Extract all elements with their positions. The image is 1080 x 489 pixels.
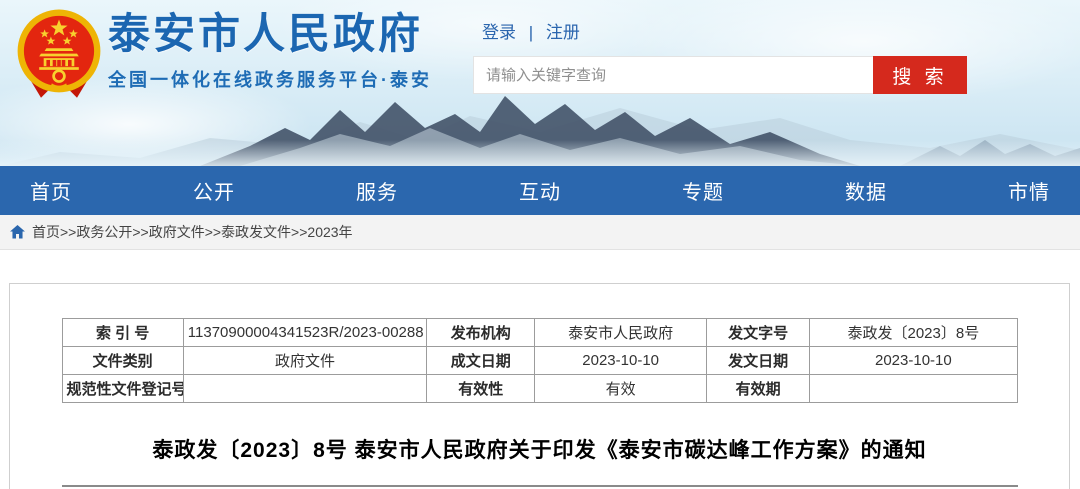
meta-value-validity: 有效 xyxy=(535,375,707,403)
auth-divider: | xyxy=(529,23,533,42)
search-bar: 搜 索 xyxy=(473,56,967,94)
meta-value-doc-number: 泰政发〔2023〕8号 xyxy=(810,319,1017,347)
breadcrumb-bar: 首页>>政务公开>>政府文件>>泰政发文件>>2023年 xyxy=(0,215,1080,250)
meta-value-valid-period xyxy=(810,375,1017,403)
nav-item-disclosure[interactable]: 公开 xyxy=(193,176,235,205)
auth-links: 登录 | 注册 xyxy=(482,18,967,43)
nav-item-interaction[interactable]: 互动 xyxy=(519,176,561,205)
document-meta-table: 索 引 号 11370900004341523R/2023-00288 发布机构… xyxy=(62,318,1018,403)
header-right-panel: 登录 | 注册 搜 索 xyxy=(473,18,967,94)
national-emblem-logo xyxy=(14,7,104,103)
breadcrumb[interactable]: 首页>>政务公开>>政府文件>>泰政发文件>>2023年 xyxy=(32,222,353,242)
title-divider xyxy=(62,485,1018,487)
nav-item-home[interactable]: 首页 xyxy=(30,176,72,205)
page-title: 泰政发〔2023〕8号 泰安市人民政府关于印发《泰安市碳达峰工作方案》的通知 xyxy=(10,434,1069,464)
meta-value-registration-no xyxy=(183,375,427,403)
meta-label-index-no: 索 引 号 xyxy=(62,319,183,347)
table-row: 规范性文件登记号 有效性 有效 有效期 xyxy=(62,375,1017,403)
nav-item-services[interactable]: 服务 xyxy=(356,176,398,205)
meta-value-category: 政府文件 xyxy=(183,347,427,375)
meta-value-date-issued: 2023-10-10 xyxy=(810,347,1017,375)
meta-label-issuing-agency: 发布机构 xyxy=(427,319,535,347)
site-title: 泰安市人民政府 xyxy=(108,10,432,58)
meta-value-issuing-agency: 泰安市人民政府 xyxy=(535,319,707,347)
meta-value-index-no: 11370900004341523R/2023-00288 xyxy=(183,319,427,347)
meta-label-validity: 有效性 xyxy=(427,375,535,403)
site-subtitle: 全国一体化在线政务服务平台·泰安 xyxy=(108,66,432,92)
fog-overlay xyxy=(0,140,1080,166)
table-row: 索 引 号 11370900004341523R/2023-00288 发布机构… xyxy=(62,319,1017,347)
meta-label-registration-no: 规范性文件登记号 xyxy=(62,375,183,403)
register-link[interactable]: 注册 xyxy=(546,23,580,42)
search-button[interactable]: 搜 索 xyxy=(873,56,967,94)
home-icon xyxy=(10,225,25,239)
site-brand: 泰安市人民政府 全国一体化在线政务服务平台·泰安 xyxy=(108,10,432,92)
search-input[interactable] xyxy=(474,57,873,93)
nav-item-topics[interactable]: 专题 xyxy=(682,176,724,205)
meta-label-category: 文件类别 xyxy=(62,347,183,375)
nav-item-data[interactable]: 数据 xyxy=(845,176,887,205)
site-header: 泰安市人民政府 全国一体化在线政务服务平台·泰安 登录 | 注册 搜 索 xyxy=(0,0,1080,166)
table-row: 文件类别 政府文件 成文日期 2023-10-10 发文日期 2023-10-1… xyxy=(62,347,1017,375)
nav-item-city-info[interactable]: 市情 xyxy=(1008,176,1050,205)
meta-label-date-issued: 发文日期 xyxy=(707,347,810,375)
main-content: 索 引 号 11370900004341523R/2023-00288 发布机构… xyxy=(0,250,1080,489)
meta-label-valid-period: 有效期 xyxy=(707,375,810,403)
meta-value-date-written: 2023-10-10 xyxy=(535,347,707,375)
main-nav: 首页 公开 服务 互动 专题 数据 市情 xyxy=(0,166,1080,215)
login-link[interactable]: 登录 xyxy=(482,23,516,42)
document-card: 索 引 号 11370900004341523R/2023-00288 发布机构… xyxy=(9,283,1070,489)
meta-label-date-written: 成文日期 xyxy=(427,347,535,375)
meta-label-doc-number: 发文字号 xyxy=(707,319,810,347)
